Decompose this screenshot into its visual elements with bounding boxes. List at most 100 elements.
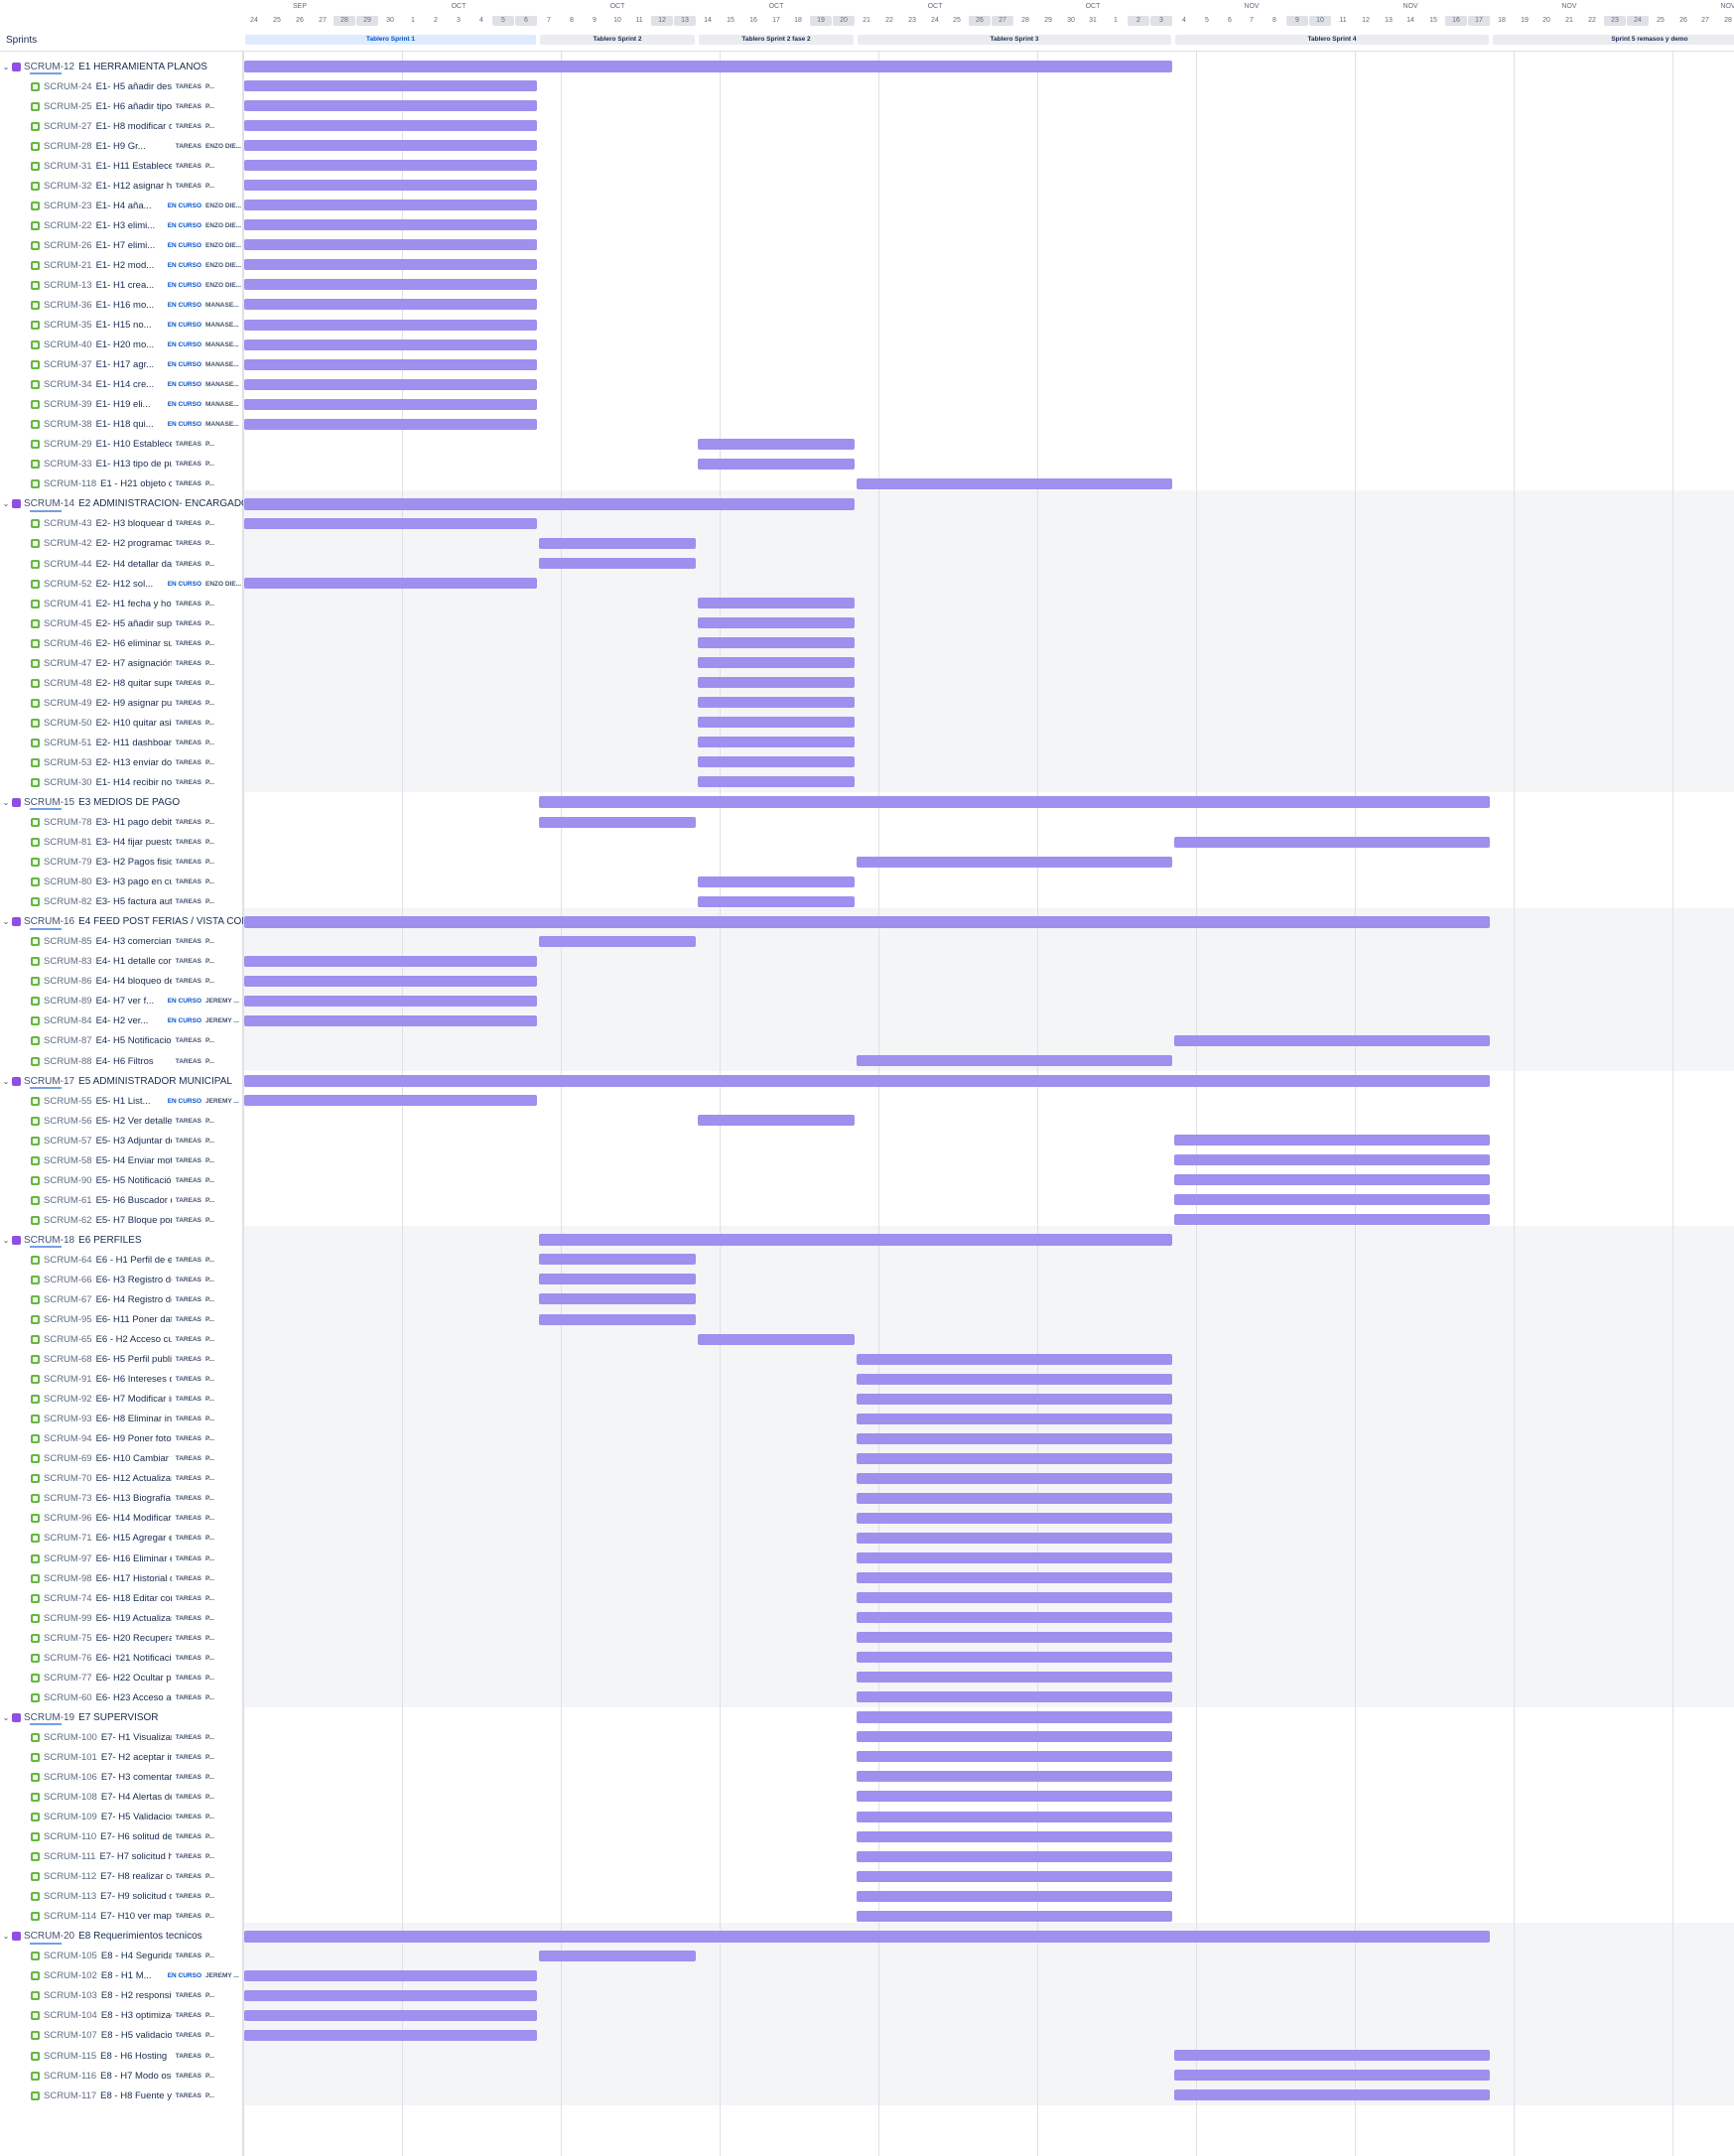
story-key[interactable]: SCRUM-24 (44, 81, 92, 92)
story-key[interactable]: SCRUM-37 (44, 359, 92, 370)
story-row[interactable]: SCRUM-68E6- H5 Perfil publicoTAREASP... (0, 1350, 243, 1370)
story-bar[interactable] (857, 856, 1172, 868)
status-badge[interactable]: TAREAS (174, 461, 203, 468)
story-bar[interactable] (857, 477, 1172, 489)
story-row[interactable]: SCRUM-23 E1- H4 aña... EN CURSO ENZO DIE... (0, 196, 243, 215)
assignee-label[interactable]: P... (205, 123, 241, 130)
story-bar[interactable] (857, 1055, 1172, 1066)
chevron-down-icon[interactable]: ⌄ (0, 1932, 12, 1941)
story-bar[interactable] (698, 737, 855, 748)
story-row[interactable]: SCRUM-76E6- H21 Notificaciones...TAREASP… (0, 1648, 243, 1668)
assignee-label[interactable]: P... (205, 898, 241, 905)
story-key[interactable]: SCRUM-51 (44, 738, 92, 748)
story-key[interactable]: SCRUM-92 (44, 1394, 92, 1405)
story-bar[interactable] (244, 2009, 537, 2021)
story-key[interactable]: SCRUM-113 (44, 1891, 96, 1902)
story-bar[interactable] (244, 338, 537, 350)
epic-bar[interactable] (244, 1930, 1490, 1943)
story-row[interactable]: SCRUM-97E6- H16 Eliminar enlac...TAREASP… (0, 1549, 243, 1568)
status-badge[interactable]: TAREAS (174, 1595, 203, 1602)
status-badge[interactable]: TAREAS (174, 819, 203, 826)
status-badge[interactable]: TAREAS (174, 2032, 203, 2039)
status-badge[interactable]: TAREAS (174, 1257, 203, 1264)
status-badge[interactable]: TAREAS (174, 1157, 203, 1164)
story-row[interactable]: SCRUM-91E6- H6 Intereses de ve...TAREASP… (0, 1370, 243, 1390)
story-key[interactable]: SCRUM-62 (44, 1215, 92, 1226)
assignee-label[interactable]: P... (205, 1376, 241, 1383)
status-badge[interactable]: TAREAS (174, 1635, 203, 1642)
assignee-label[interactable]: P... (205, 720, 241, 727)
story-key[interactable]: SCRUM-90 (44, 1175, 92, 1186)
story-key[interactable]: SCRUM-96 (44, 1513, 92, 1524)
story-bar[interactable] (539, 1293, 696, 1305)
status-badge[interactable]: TAREAS (174, 1277, 203, 1283)
epic-key[interactable]: SCRUM-17 (24, 1076, 74, 1087)
status-badge[interactable]: TAREAS (174, 2012, 203, 2019)
epic-bar[interactable] (539, 1234, 1172, 1247)
story-bar[interactable] (539, 1313, 696, 1325)
story-key[interactable]: SCRUM-115 (44, 2051, 96, 2062)
assignee-label[interactable]: P... (205, 2012, 241, 2019)
status-badge[interactable]: EN CURSO (166, 222, 203, 229)
story-key[interactable]: SCRUM-82 (44, 896, 92, 907)
story-bar[interactable] (539, 1254, 696, 1266)
assignee-label[interactable]: ENZO DIE... (205, 222, 241, 229)
story-bar[interactable] (244, 319, 537, 331)
story-bar[interactable] (1174, 2070, 1490, 2082)
assignee-label[interactable]: P... (205, 103, 241, 110)
story-row[interactable]: SCRUM-26 E1- H7 elimi... EN CURSO ENZO DIE.… (0, 235, 243, 255)
story-row[interactable]: SCRUM-71E6- H15 Agregar enlac...TAREASP.… (0, 1529, 243, 1549)
story-row[interactable]: SCRUM-42E2- H2 programación d...TAREASP.… (0, 534, 243, 554)
story-key[interactable]: SCRUM-79 (44, 857, 92, 868)
status-badge[interactable]: EN CURSO (166, 421, 203, 428)
status-badge[interactable]: TAREAS (174, 183, 203, 190)
story-row[interactable]: SCRUM-77E6- H22 Ocultar perfil(...TAREAS… (0, 1668, 243, 1687)
story-bar[interactable] (244, 219, 537, 231)
status-badge[interactable]: TAREAS (174, 1376, 203, 1383)
story-row[interactable]: SCRUM-37 E1- H17 agr... EN CURSO MANASE... (0, 355, 243, 375)
story-key[interactable]: SCRUM-73 (44, 1493, 92, 1504)
assignee-label[interactable]: JEREMY ... (205, 1098, 241, 1105)
story-key[interactable]: SCRUM-116 (44, 2071, 96, 2082)
story-row[interactable]: SCRUM-102 E8 - H1 M... EN CURSO JEREMY ... (0, 1966, 243, 1986)
assignee-label[interactable]: JEREMY ... (205, 1017, 241, 1024)
story-key[interactable]: SCRUM-31 (44, 161, 92, 172)
story-bar[interactable] (857, 1652, 1172, 1664)
assignee-label[interactable]: P... (205, 1635, 241, 1642)
status-badge[interactable]: EN CURSO (166, 581, 203, 588)
story-row[interactable]: SCRUM-57E5- H3 Adjuntar docum...TAREASP.… (0, 1131, 243, 1150)
story-row[interactable]: SCRUM-70E6- H12 Actualizar dat...TAREASP… (0, 1469, 243, 1489)
story-key[interactable]: SCRUM-105 (44, 1951, 97, 1961)
story-row[interactable]: SCRUM-13 E1- H1 crea... EN CURSO ENZO DIE..… (0, 275, 243, 295)
status-badge[interactable]: TAREAS (174, 1575, 203, 1582)
status-badge[interactable]: TAREAS (174, 163, 203, 170)
story-bar[interactable] (244, 975, 537, 987)
story-row[interactable]: SCRUM-40 E1- H20 mo... EN CURSO MANASE... (0, 336, 243, 355)
story-key[interactable]: SCRUM-49 (44, 698, 92, 709)
status-badge[interactable]: TAREAS (174, 740, 203, 746)
story-row[interactable]: SCRUM-60E6- H23 Acceso a ver...TAREASP..… (0, 1687, 243, 1707)
story-row[interactable]: SCRUM-56E5- H2 Ver detalle y doTAREASP..… (0, 1111, 243, 1131)
story-key[interactable]: SCRUM-38 (44, 419, 92, 430)
story-bar[interactable] (698, 776, 855, 788)
story-key[interactable]: SCRUM-55 (44, 1096, 92, 1107)
status-badge[interactable]: TAREAS (174, 878, 203, 885)
story-key[interactable]: SCRUM-93 (44, 1414, 92, 1424)
story-bar[interactable] (857, 1413, 1172, 1424)
story-bar[interactable] (244, 398, 537, 410)
story-key[interactable]: SCRUM-83 (44, 956, 92, 967)
sprint-label[interactable]: Tablero Sprint 1 (245, 35, 536, 45)
status-badge[interactable]: TAREAS (174, 1356, 203, 1363)
epic-key[interactable]: SCRUM-12 (24, 62, 74, 72)
story-bar[interactable] (1174, 836, 1490, 848)
story-bar[interactable] (539, 537, 696, 549)
status-badge[interactable]: TAREAS (174, 1694, 203, 1701)
story-row[interactable]: SCRUM-88 E4- H6 Filtros TAREAS P... (0, 1051, 243, 1071)
story-row[interactable]: SCRUM-80E3- H3 pago en cuotasTAREASP... (0, 873, 243, 892)
assignee-label[interactable]: P... (205, 1118, 241, 1125)
assignee-label[interactable]: P... (205, 441, 241, 448)
assignee-label[interactable]: P... (205, 938, 241, 945)
epic-bar[interactable] (244, 915, 1490, 928)
story-key[interactable]: SCRUM-61 (44, 1195, 92, 1206)
story-bar[interactable] (244, 1014, 537, 1026)
